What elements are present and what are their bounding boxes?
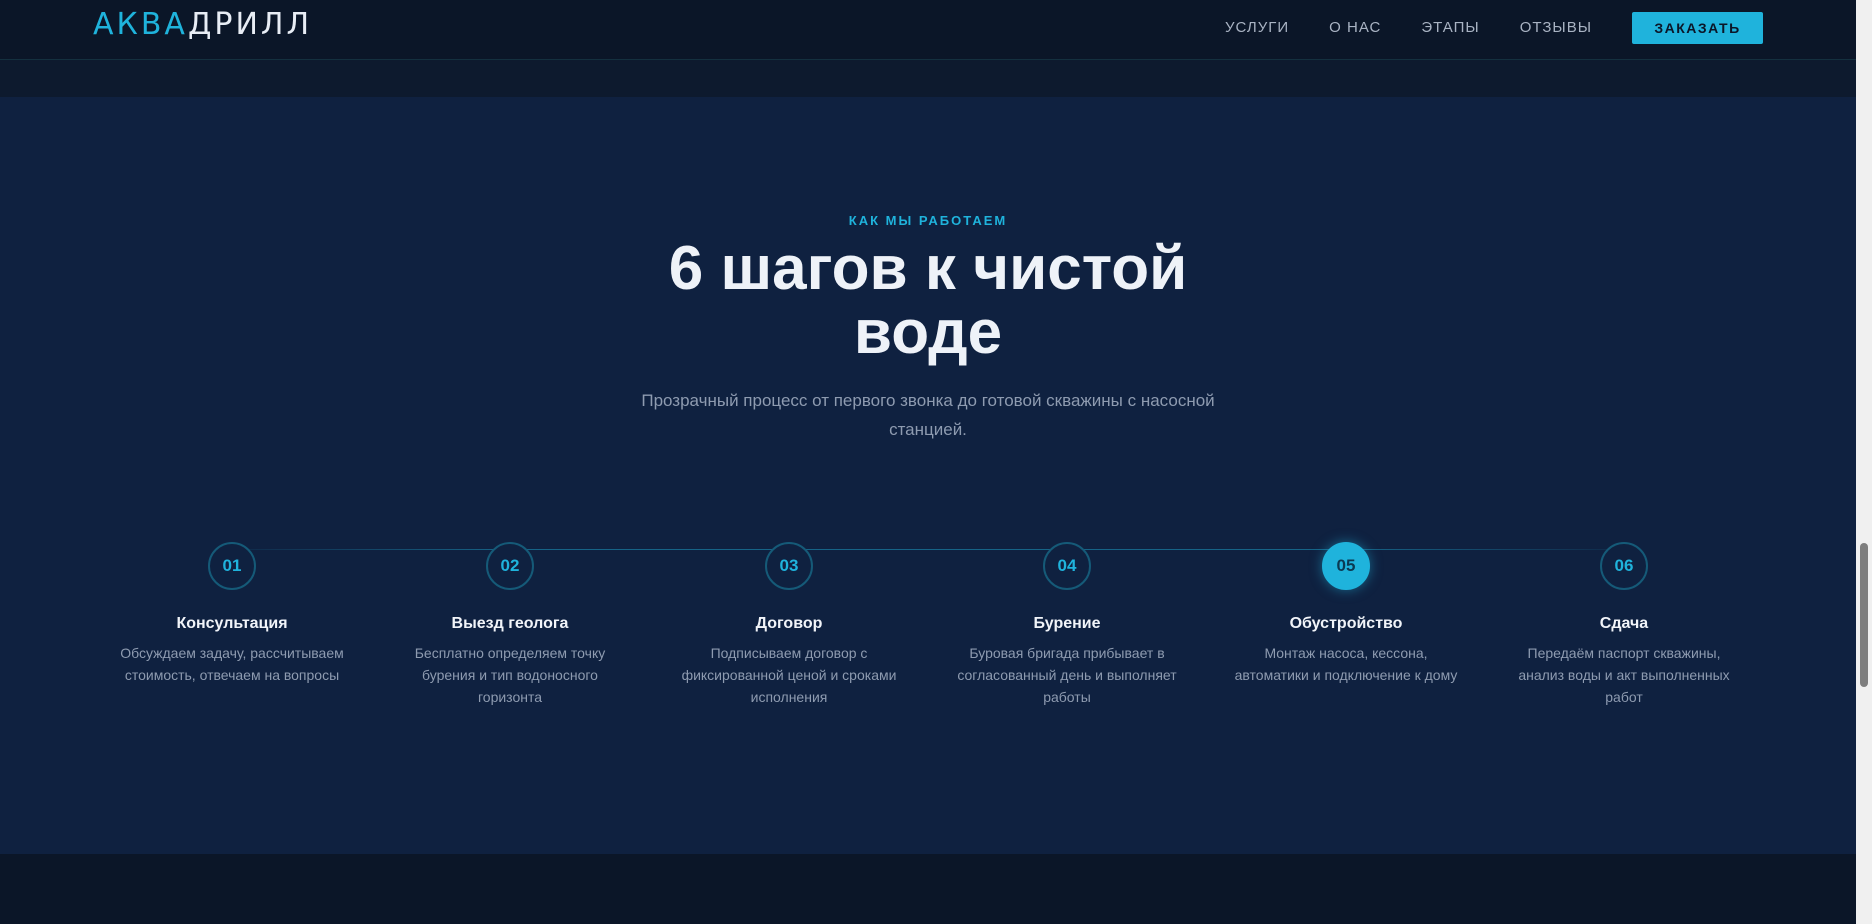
step-number[interactable]: 03	[765, 542, 813, 590]
step-description: Обсуждаем задачу, рассчитываем стоимость…	[120, 645, 344, 683]
logo[interactable]: АКВАДРИЛЛ	[93, 10, 312, 40]
step-4: 04 Бурение Буровая бригада прибывает в с…	[947, 542, 1187, 708]
nav-item-services[interactable]: УСЛУГИ	[1225, 12, 1289, 44]
section-title-line2: воде	[853, 298, 1003, 367]
step-number[interactable]: 02	[486, 542, 534, 590]
step-6: 06 Сдача Передаём паспорт скважины, анал…	[1504, 542, 1744, 708]
nav-item-stages[interactable]: ЭТАПЫ	[1421, 12, 1479, 44]
step-number-active[interactable]: 05	[1322, 542, 1370, 590]
step-5: 05 Обустройство Монтаж насоса, кессона, …	[1226, 542, 1466, 686]
step-title: Договор	[755, 615, 823, 632]
main-nav: УСЛУГИ О НАС ЭТАПЫ ОТЗЫВЫ ЗАКАЗАТЬ	[1225, 12, 1763, 44]
step-description: Подписываем договор с фиксированной цено…	[681, 645, 897, 705]
section-subtitle: Прозрачный процесс от первого звонка до …	[641, 391, 1215, 439]
page: АКВАДРИЛЛ УСЛУГИ О НАС ЭТАПЫ ОТЗЫВЫ ЗАКА…	[0, 0, 1872, 924]
section-eyebrow: КАК МЫ РАБОТАЕМ	[848, 213, 1008, 228]
step-3: 03 Договор Подписываем договор с фиксиро…	[669, 542, 909, 708]
next-section	[0, 854, 1856, 924]
order-button[interactable]: ЗАКАЗАТЬ	[1632, 12, 1763, 44]
step-title: Выезд геолога	[451, 615, 569, 632]
step-1: 01 Консультация Обсуждаем задачу, рассчи…	[112, 542, 352, 686]
site-header: АКВАДРИЛЛ УСЛУГИ О НАС ЭТАПЫ ОТЗЫВЫ ЗАКА…	[0, 0, 1856, 60]
step-number[interactable]: 01	[208, 542, 256, 590]
section-divider	[0, 60, 1856, 97]
step-description: Бесплатно определяем точку бурения и тип…	[414, 645, 606, 705]
step-description: Буровая бригада прибывает в согласованны…	[957, 645, 1177, 705]
steps-section: КАК МЫ РАБОТАЕМ 6 шагов к чистой воде Пр…	[0, 97, 1856, 854]
step-title: Бурение	[1033, 615, 1101, 632]
logo-accent: АКВА	[93, 7, 188, 42]
step-number[interactable]: 06	[1600, 542, 1648, 590]
nav-item-reviews[interactable]: ОТЗЫВЫ	[1520, 12, 1592, 44]
step-title: Консультация	[176, 615, 288, 632]
step-description: Монтаж насоса, кессона, автоматики и под…	[1234, 645, 1458, 683]
scrollbar[interactable]	[1856, 0, 1872, 924]
step-number[interactable]: 04	[1043, 542, 1091, 590]
logo-rest: ДРИЛЛ	[187, 7, 313, 42]
step-title: Сдача	[1599, 615, 1649, 632]
scrollbar-thumb[interactable]	[1860, 543, 1868, 687]
section-title: 6 шагов к чистой воде	[0, 237, 1856, 365]
step-2: 02 Выезд геолога Бесплатно определяем то…	[390, 542, 630, 708]
step-description: Передаём паспорт скважины, анализ воды и…	[1518, 645, 1730, 705]
section-title-line1: 6 шагов к чистой	[668, 234, 1188, 303]
step-title: Обустройство	[1289, 615, 1403, 632]
nav-item-about[interactable]: О НАС	[1329, 12, 1381, 44]
